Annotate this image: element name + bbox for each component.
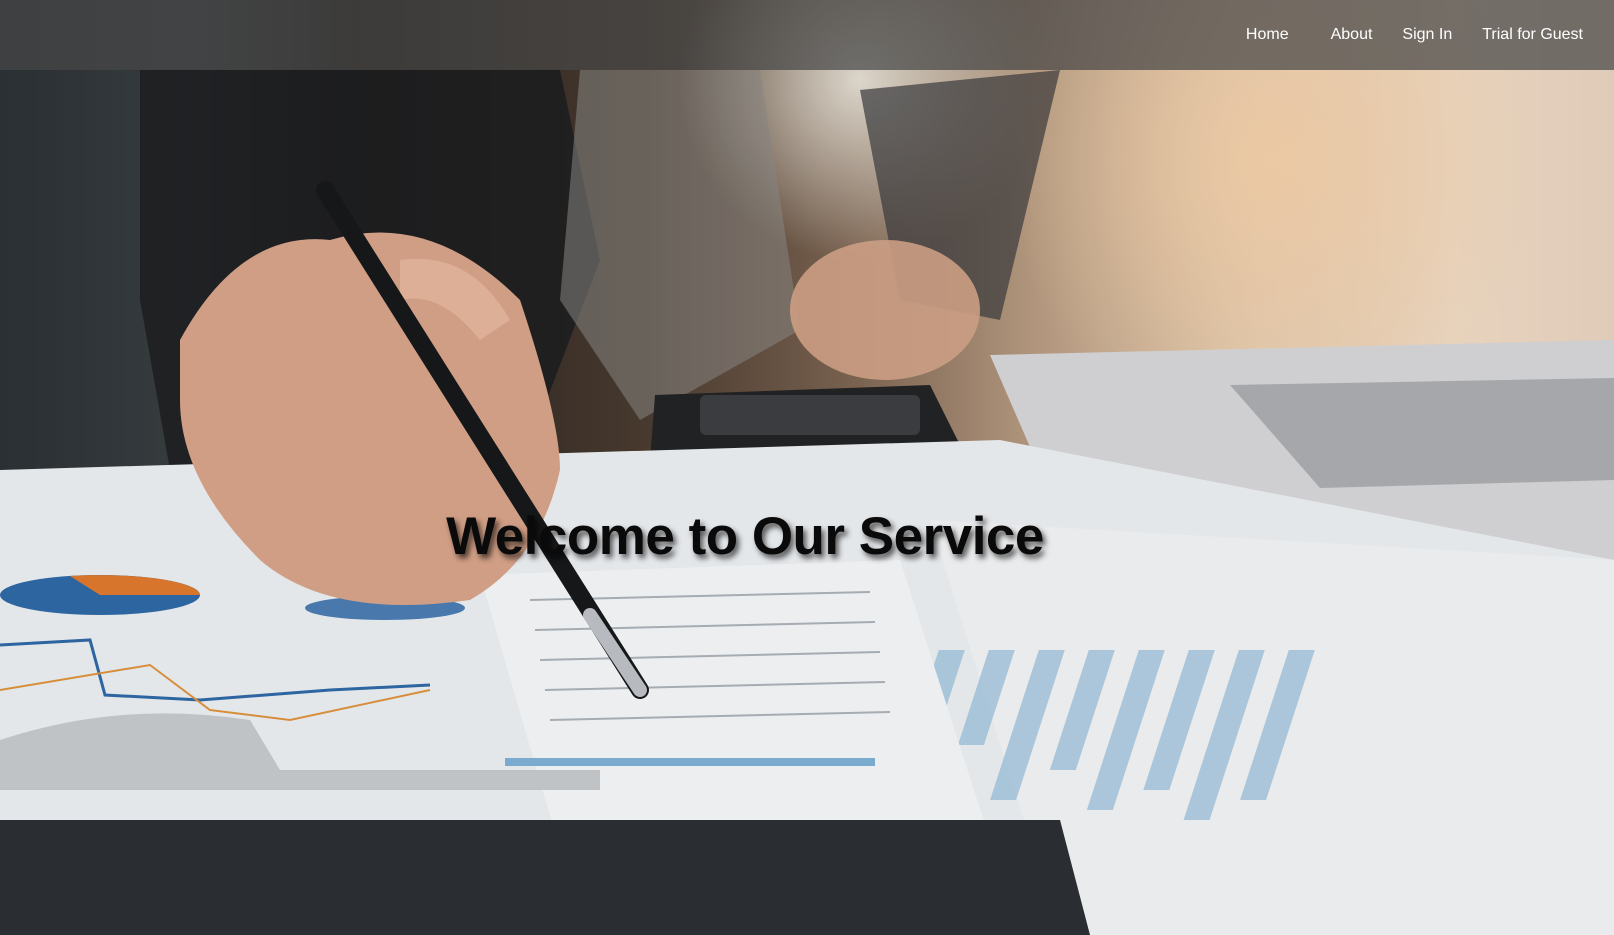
nav-trial-for-guest-link[interactable]: Trial for Guest: [1467, 0, 1598, 70]
hero-background-image: [0, 0, 1614, 935]
hero-overlay: [0, 0, 1614, 935]
landing-page: Home About Sign In Trial for Guest Welco…: [0, 0, 1614, 935]
hero-title: Welcome to Our Service: [446, 507, 1044, 566]
nav-sign-in-link[interactable]: Sign In: [1387, 0, 1467, 70]
nav-about-link[interactable]: About: [1316, 0, 1388, 70]
nav-home-link[interactable]: Home: [1231, 0, 1304, 70]
top-navbar: Home About Sign In Trial for Guest: [0, 0, 1614, 70]
